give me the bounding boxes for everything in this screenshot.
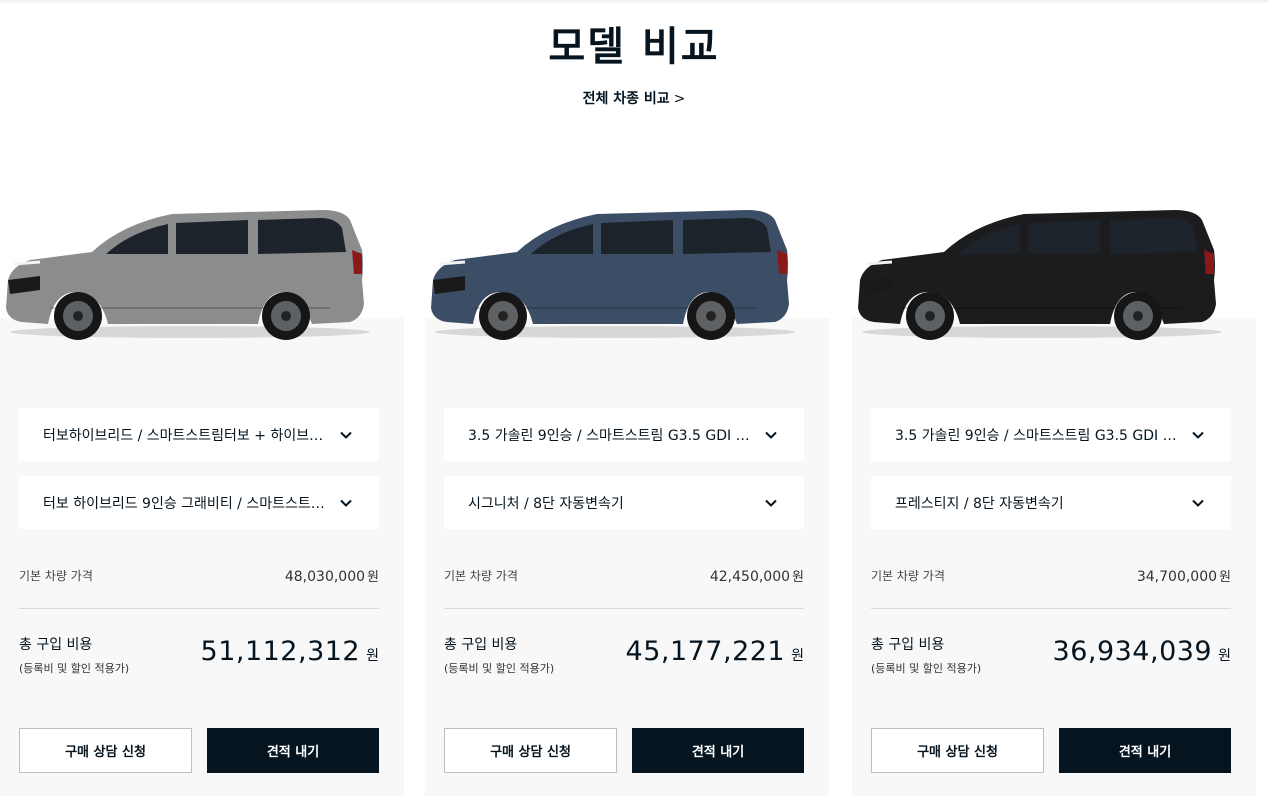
engine-select[interactable]: 3.5 가솔린 9인승 / 스마트스트림 G3.5 GDI 가솔린 bbox=[871, 408, 1231, 461]
engine-select-value: 3.5 가솔린 9인승 / 스마트스트림 G3.5 GDI 가솔린 bbox=[895, 427, 1185, 444]
trim-select-value: 터보 하이브리드 9인승 그래비티 / 스마트스트림 터보 하이브리드 6단 자… bbox=[43, 495, 333, 512]
base-price-value: 48,030,000 원 bbox=[285, 566, 379, 585]
trim-select[interactable]: 프레스티지 / 8단 자동변속기 bbox=[871, 476, 1231, 529]
car-window-middle bbox=[601, 220, 673, 254]
total-cost-value: 51,112,312 원 bbox=[201, 636, 379, 667]
total-cost-value: 36,934,039 원 bbox=[1053, 636, 1231, 667]
total-cost-amount: 36,934,039 bbox=[1052, 636, 1213, 667]
car-hub-front bbox=[925, 311, 935, 321]
base-price-unit: 원 bbox=[1219, 569, 1231, 585]
total-cost-value: 45,177,221 원 bbox=[626, 636, 804, 667]
base-price-label: 기본 차량 가격 bbox=[871, 568, 945, 583]
divider bbox=[871, 608, 1231, 609]
car-window-rear bbox=[258, 218, 346, 254]
car-headlight bbox=[865, 260, 893, 266]
total-cost-note: (등록비 및 할인 적용가) bbox=[444, 662, 555, 675]
base-price-row: 기본 차량 가격 48,030,000 원 bbox=[19, 564, 379, 586]
base-price-unit: 원 bbox=[792, 569, 804, 585]
model-card-panel bbox=[0, 318, 404, 796]
divider bbox=[444, 608, 804, 609]
car-hub-front bbox=[73, 311, 83, 321]
car-window-rear bbox=[683, 218, 771, 254]
chevron-down-icon bbox=[340, 499, 352, 507]
trim-select[interactable]: 터보 하이브리드 9인승 그래비티 / 스마트스트림 터보 하이브리드 6단 자… bbox=[19, 476, 379, 529]
purchase-consult-button[interactable]: 구매 상담 신청 bbox=[444, 728, 617, 773]
engine-select[interactable]: 3.5 가솔린 9인승 / 스마트스트림 G3.5 GDI 가솔린 bbox=[444, 408, 804, 461]
trim-select-value: 프레스티지 / 8단 자동변속기 bbox=[895, 495, 1064, 512]
get-quote-button[interactable]: 견적 내기 bbox=[632, 728, 804, 773]
base-price-row: 기본 차량 가격 34,700,000 원 bbox=[871, 564, 1231, 586]
get-quote-button[interactable]: 견적 내기 bbox=[1059, 728, 1231, 773]
model-card-panel bbox=[852, 318, 1256, 796]
chevron-down-icon bbox=[1192, 499, 1204, 507]
car-hub-rear bbox=[1133, 311, 1143, 321]
car-headlight bbox=[438, 260, 466, 266]
model-card-3: 3.5 가솔린 9인승 / 스마트스트림 G3.5 GDI 가솔린 프레스티지 … bbox=[852, 0, 1256, 796]
base-price-value: 34,700,000 원 bbox=[1137, 566, 1231, 585]
car-hub-rear bbox=[706, 311, 716, 321]
engine-select-value: 3.5 가솔린 9인승 / 스마트스트림 G3.5 GDI 가솔린 bbox=[468, 427, 758, 444]
car-image bbox=[858, 210, 1222, 340]
chevron-down-icon bbox=[1192, 431, 1204, 439]
base-price-amount: 34,700,000 bbox=[1136, 568, 1218, 585]
car-window-rear bbox=[1110, 218, 1198, 254]
chevron-down-icon bbox=[765, 499, 777, 507]
engine-select[interactable]: 터보하이브리드 / 스마트스트림터보 + 하이브리드 1.6 T-GDI HEV bbox=[19, 408, 379, 461]
base-price-value: 42,450,000 원 bbox=[710, 566, 804, 585]
car-hub-front bbox=[498, 311, 508, 321]
divider bbox=[19, 608, 379, 609]
base-price-row: 기본 차량 가격 42,450,000 원 bbox=[444, 564, 804, 586]
base-price-label: 기본 차량 가격 bbox=[19, 568, 93, 583]
chevron-down-icon bbox=[340, 431, 352, 439]
trim-select-value: 시그니처 / 8단 자동변속기 bbox=[468, 495, 624, 512]
total-cost-label: 총 구입 비용 bbox=[871, 637, 945, 653]
total-cost-amount: 51,112,312 bbox=[200, 636, 361, 667]
base-price-unit: 원 bbox=[367, 569, 379, 585]
car-window-middle bbox=[176, 220, 248, 254]
purchase-consult-button[interactable]: 구매 상담 신청 bbox=[19, 728, 192, 773]
total-cost-unit: 원 bbox=[366, 648, 379, 664]
total-cost-amount: 45,177,221 bbox=[625, 636, 786, 667]
get-quote-button[interactable]: 견적 내기 bbox=[207, 728, 379, 773]
car-window-middle bbox=[1028, 220, 1100, 254]
total-cost-note: (등록비 및 할인 적용가) bbox=[19, 662, 130, 675]
total-cost-label: 총 구입 비용 bbox=[444, 637, 518, 653]
car-image bbox=[431, 210, 795, 340]
trim-select[interactable]: 시그니처 / 8단 자동변속기 bbox=[444, 476, 804, 529]
base-price-amount: 48,030,000 bbox=[284, 568, 366, 585]
total-cost-unit: 원 bbox=[1218, 648, 1231, 664]
purchase-consult-button[interactable]: 구매 상담 신청 bbox=[871, 728, 1044, 773]
total-cost-note: (등록비 및 할인 적용가) bbox=[871, 662, 982, 675]
base-price-amount: 42,450,000 bbox=[709, 568, 791, 585]
model-card-panel bbox=[425, 318, 829, 796]
total-cost-unit: 원 bbox=[791, 648, 804, 664]
model-card-1: 터보하이브리드 / 스마트스트림터보 + 하이브리드 1.6 T-GDI HEV… bbox=[0, 0, 404, 796]
car-hub-rear bbox=[281, 311, 291, 321]
car-headlight bbox=[13, 260, 41, 266]
engine-select-value: 터보하이브리드 / 스마트스트림터보 + 하이브리드 1.6 T-GDI HEV bbox=[43, 427, 333, 444]
total-cost-label: 총 구입 비용 bbox=[19, 637, 93, 653]
car-image bbox=[6, 210, 370, 340]
base-price-label: 기본 차량 가격 bbox=[444, 568, 518, 583]
chevron-down-icon bbox=[765, 431, 777, 439]
model-card-2: 3.5 가솔린 9인승 / 스마트스트림 G3.5 GDI 가솔린 시그니처 /… bbox=[425, 0, 829, 796]
